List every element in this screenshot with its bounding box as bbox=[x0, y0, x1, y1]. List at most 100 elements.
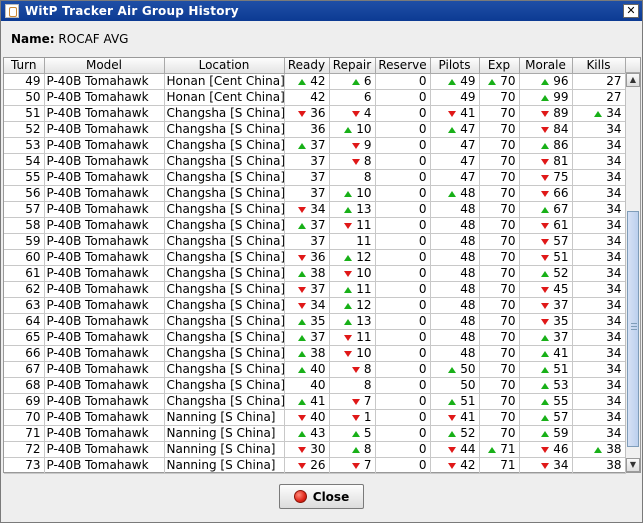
trend-up-icon bbox=[541, 206, 550, 213]
cell-value: 72 bbox=[25, 442, 41, 456]
column-header-ready[interactable]: Ready bbox=[284, 58, 330, 74]
cell-ready: 40 bbox=[284, 377, 330, 394]
table-row[interactable]: 72 P-40B Tomahawk Nanning [S China] 30 8 0 44 7… bbox=[4, 441, 626, 458]
cell-exp: 70 bbox=[479, 265, 520, 282]
cell-value: P-40B Tomahawk bbox=[46, 314, 149, 328]
window-title: WitP Tracker Air Group History bbox=[25, 4, 239, 18]
column-header-morale[interactable]: Morale bbox=[519, 58, 573, 74]
table-row[interactable]: 62 P-40B Tomahawk Changsha [S China] 37 11 0 4… bbox=[4, 281, 626, 298]
title-bar[interactable]: WitP Tracker Air Group History ✕ bbox=[1, 1, 642, 21]
cell-value: 37 bbox=[310, 186, 326, 200]
table-row[interactable]: 70 P-40B Tomahawk Nanning [S China] 40 1 0 41 7… bbox=[4, 409, 626, 426]
table-row[interactable]: 51 P-40B Tomahawk Changsha [S China] 36 4 0 41… bbox=[4, 105, 626, 122]
window-close-button[interactable]: ✕ bbox=[623, 4, 639, 18]
cell-value: 86 bbox=[553, 138, 569, 152]
table-row[interactable]: 58 P-40B Tomahawk Changsha [S China] 37 11 0 4… bbox=[4, 217, 626, 234]
scrollbar-thumb[interactable] bbox=[627, 211, 639, 447]
cell-reserve: 0 bbox=[375, 393, 431, 410]
cell-value: 37 bbox=[310, 170, 326, 184]
cell-value: 35 bbox=[553, 314, 569, 328]
cell-value: Changsha [S China] bbox=[166, 122, 284, 136]
cell-turn: 67 bbox=[4, 361, 45, 378]
table-row[interactable]: 59 P-40B Tomahawk Changsha [S China] 37 11 0 4… bbox=[4, 233, 626, 250]
cell-value: 71 bbox=[500, 442, 516, 456]
scroll-up-arrow-icon[interactable]: ▲ bbox=[626, 73, 640, 87]
trend-down-icon bbox=[351, 414, 360, 421]
trend-down-icon bbox=[351, 366, 360, 373]
cell-kills: 34 bbox=[572, 121, 626, 138]
cell-value: 48 bbox=[460, 314, 476, 328]
cell-value: 0 bbox=[418, 442, 427, 456]
cell-value: 0 bbox=[418, 74, 427, 88]
cell-location: Changsha [S China] bbox=[164, 329, 285, 346]
cell-location: Changsha [S China] bbox=[164, 265, 285, 282]
column-header-exp[interactable]: Exp bbox=[479, 58, 520, 74]
table-row[interactable]: 69 P-40B Tomahawk Changsha [S China] 41 7 0 51… bbox=[4, 393, 626, 410]
table-row[interactable]: 49 P-40B Tomahawk Honan [Cent China] 42 6 0 49… bbox=[4, 73, 626, 90]
cell-value: 34 bbox=[606, 330, 622, 344]
cell-reserve: 0 bbox=[375, 201, 431, 218]
cell-value: 0 bbox=[418, 106, 427, 120]
trend-down-icon bbox=[541, 462, 550, 469]
table-row[interactable]: 50 P-40B Tomahawk Honan [Cent China] 42 6 0 49… bbox=[4, 89, 626, 106]
column-header-turn[interactable]: Turn bbox=[4, 58, 45, 74]
trend-up-icon bbox=[344, 286, 353, 293]
cell-repair: 11 bbox=[329, 233, 376, 250]
cell-value: 34 bbox=[606, 426, 622, 440]
table-row[interactable]: 53 P-40B Tomahawk Changsha [S China] 37 9 0 47… bbox=[4, 137, 626, 154]
table-row[interactable]: 61 P-40B Tomahawk Changsha [S China] 38 10 0 4… bbox=[4, 265, 626, 282]
table-row[interactable]: 55 P-40B Tomahawk Changsha [S China] 37 8 0 47… bbox=[4, 169, 626, 186]
table-row[interactable]: 52 P-40B Tomahawk Changsha [S China] 36 10 0 4… bbox=[4, 121, 626, 138]
table-row[interactable]: 57 P-40B Tomahawk Changsha [S China] 34 13 0 4… bbox=[4, 201, 626, 218]
cell-value: 70 bbox=[500, 106, 516, 120]
cell-value: 41 bbox=[460, 410, 476, 424]
table-row[interactable]: 56 P-40B Tomahawk Changsha [S China] 37 10 0 4… bbox=[4, 185, 626, 202]
table-body: 49 P-40B Tomahawk Honan [Cent China] 42 6 0 49… bbox=[4, 73, 626, 474]
column-header-kills[interactable]: Kills bbox=[572, 58, 626, 74]
cell-value: 48 bbox=[460, 282, 476, 296]
cell-turn: 60 bbox=[4, 249, 45, 266]
trend-up-icon bbox=[344, 126, 353, 133]
cell-value: 34 bbox=[606, 378, 622, 392]
close-button[interactable]: Close bbox=[279, 484, 364, 509]
table-row[interactable]: 66 P-40B Tomahawk Changsha [S China] 38 10 0 4… bbox=[4, 345, 626, 362]
trend-up-icon bbox=[298, 334, 307, 341]
cell-kills: 34 bbox=[572, 329, 626, 346]
column-header-model[interactable]: Model bbox=[44, 58, 165, 74]
table-row[interactable]: 68 P-40B Tomahawk Changsha [S China] 40 8 0 50… bbox=[4, 377, 626, 394]
cell-pilots: 47 bbox=[430, 169, 480, 186]
trend-up-icon bbox=[298, 398, 307, 405]
cell-morale: 86 bbox=[519, 137, 573, 154]
cell-value: P-40B Tomahawk bbox=[46, 346, 149, 360]
cell-value: 42 bbox=[460, 458, 476, 472]
table-row[interactable]: 65 P-40B Tomahawk Changsha [S China] 37 11 0 4… bbox=[4, 329, 626, 346]
table-row[interactable]: 63 P-40B Tomahawk Changsha [S China] 34 12 0 4… bbox=[4, 297, 626, 314]
cell-morale: 99 bbox=[519, 89, 573, 106]
trend-up-icon bbox=[541, 366, 550, 373]
trend-up-icon bbox=[541, 398, 550, 405]
cell-value: 8 bbox=[363, 362, 372, 376]
table-row[interactable]: 60 P-40B Tomahawk Changsha [S China] 36 12 0 4… bbox=[4, 249, 626, 266]
table-row[interactable]: 71 P-40B Tomahawk Nanning [S China] 43 5 0 52 7… bbox=[4, 425, 626, 442]
cell-value: Changsha [S China] bbox=[166, 330, 284, 344]
trend-down-icon bbox=[541, 238, 550, 245]
table-row[interactable]: 67 P-40B Tomahawk Changsha [S China] 40 8 0 50… bbox=[4, 361, 626, 378]
scroll-down-arrow-icon[interactable]: ▼ bbox=[626, 458, 640, 472]
table-row[interactable]: 64 P-40B Tomahawk Changsha [S China] 35 13 0 4… bbox=[4, 313, 626, 330]
cell-model: P-40B Tomahawk bbox=[44, 265, 165, 282]
column-header-location[interactable]: Location bbox=[164, 58, 285, 74]
air-group-history-window: WitP Tracker Air Group History ✕ Name: R… bbox=[0, 0, 643, 523]
column-header-pilots[interactable]: Pilots bbox=[430, 58, 480, 74]
table-row[interactable]: 73 P-40B Tomahawk Nanning [S China] 26 7 0 42 7… bbox=[4, 457, 626, 474]
trend-down-icon bbox=[351, 110, 360, 117]
cell-ready: 41 bbox=[284, 393, 330, 410]
cell-value: 59 bbox=[25, 234, 41, 248]
cell-reserve: 0 bbox=[375, 345, 431, 362]
column-header-reserve[interactable]: Reserve bbox=[375, 58, 431, 74]
table-row[interactable]: 54 P-40B Tomahawk Changsha [S China] 37 8 0 47… bbox=[4, 153, 626, 170]
cell-kills: 34 bbox=[572, 409, 626, 426]
column-header-repair[interactable]: Repair bbox=[329, 58, 376, 74]
vertical-scrollbar[interactable]: ▲ ▼ bbox=[625, 73, 640, 472]
cell-value: 62 bbox=[25, 282, 41, 296]
cell-reserve: 0 bbox=[375, 233, 431, 250]
